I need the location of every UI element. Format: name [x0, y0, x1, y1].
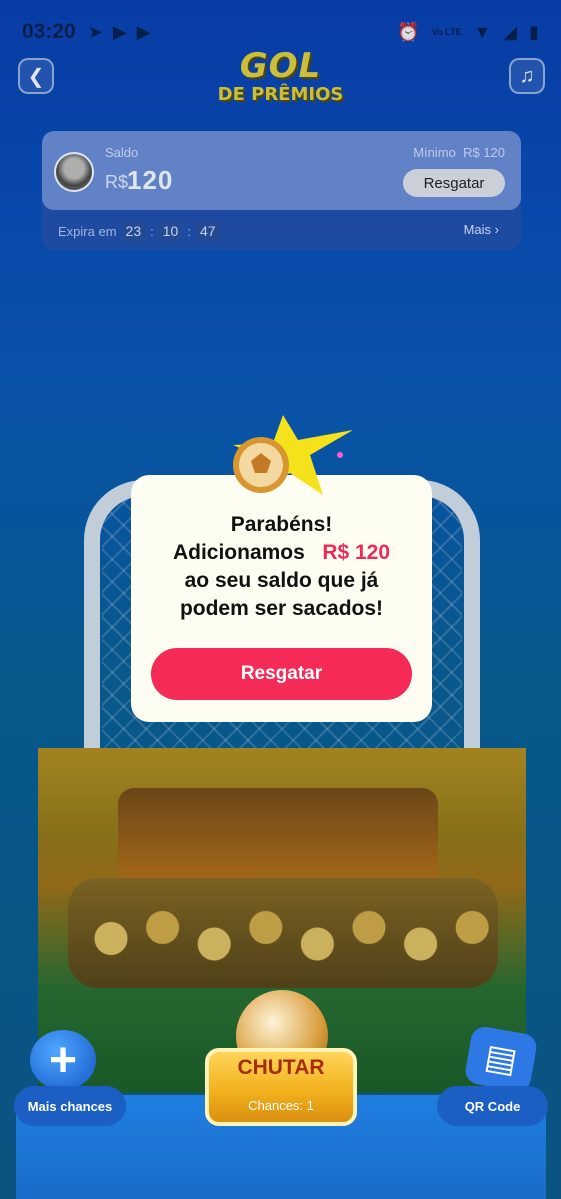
- congrats-message: Parabéns! Adicionamos R$ 120 ao seu sald…: [131, 511, 432, 623]
- plus-icon[interactable]: +: [30, 1030, 96, 1090]
- congrats-line2: Adicionamos R$ 120: [131, 539, 432, 567]
- ball-star-icon: [233, 415, 353, 495]
- kick-button[interactable]: CHUTAR Chances: 1: [205, 1048, 357, 1126]
- congrats-line3: ao seu saldo que já: [184, 569, 379, 592]
- congrats-amount: R$ 120: [322, 541, 391, 564]
- redeem-button[interactable]: Resgatar: [151, 648, 412, 700]
- congrats-modal: Parabéns! Adicionamos R$ 120 ao seu sald…: [131, 475, 432, 722]
- qr-code-button[interactable]: QR Code: [437, 1086, 548, 1126]
- kick-label: CHUTAR: [237, 1056, 325, 1079]
- congrats-line4: podem ser sacados!: [179, 597, 384, 620]
- qr-code-icon[interactable]: ▤: [463, 1024, 539, 1094]
- congrats-prefix: Adicionamos: [172, 541, 305, 564]
- congrats-title: Parabéns!: [230, 513, 333, 536]
- chances-count: Chances: 1: [248, 1098, 314, 1113]
- more-chances-button[interactable]: Mais chances: [14, 1086, 126, 1126]
